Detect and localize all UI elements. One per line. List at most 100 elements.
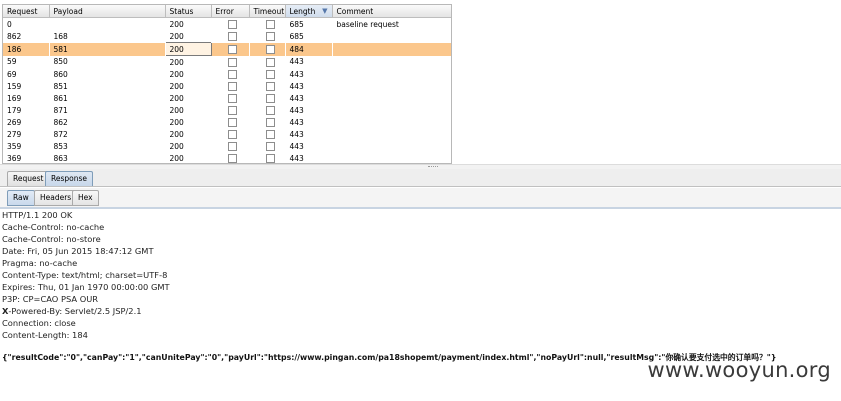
table-row[interactable]: 862 168 200 685 — [3, 30, 451, 43]
response-header-line: Date: Fri, 05 Jun 2015 18:47:12 GMT — [2, 246, 154, 256]
comment-cell — [332, 56, 451, 69]
comment-cell — [332, 116, 451, 128]
table-row[interactable]: 186 581 200 484 — [3, 42, 451, 56]
response-header-line: Content-Length: 184 — [2, 330, 88, 340]
column-header-status[interactable]: Status — [165, 5, 212, 18]
response-header-line: Cache-Control: no-store — [2, 234, 101, 244]
table-row[interactable]: 169 861 200 443 — [3, 92, 451, 104]
error-checkbox[interactable] — [227, 129, 237, 139]
payload-cell: 861 — [53, 93, 68, 103]
request-cell: 59 — [7, 57, 17, 67]
error-cell — [211, 42, 249, 56]
comment-cell — [332, 140, 451, 152]
timeout-cell — [249, 140, 285, 152]
error-checkbox[interactable] — [227, 44, 237, 54]
timeout-checkbox[interactable] — [265, 129, 275, 139]
request-cell: 269 — [7, 117, 22, 127]
response-header-line: X-Powered-By: Servlet/2.5 JSP/2.1 — [2, 306, 142, 316]
timeout-checkbox[interactable] — [265, 105, 275, 115]
tab-hex[interactable]: Hex — [72, 190, 99, 206]
error-checkbox[interactable] — [227, 141, 237, 151]
error-checkbox[interactable] — [227, 93, 237, 103]
error-checkbox[interactable] — [227, 105, 237, 115]
error-cell — [211, 140, 249, 152]
timeout-checkbox[interactable] — [265, 44, 275, 54]
timeout-checkbox[interactable] — [265, 19, 275, 29]
status-cell: 200 — [169, 153, 184, 163]
column-header-error[interactable]: Error — [211, 5, 250, 18]
error-checkbox[interactable] — [227, 19, 237, 29]
column-header-request[interactable]: Request — [3, 5, 50, 18]
timeout-cell — [249, 56, 285, 69]
error-cell — [211, 92, 249, 104]
timeout-cell — [249, 30, 285, 43]
column-header-comment[interactable]: Comment — [332, 5, 451, 18]
error-checkbox[interactable] — [227, 153, 237, 163]
timeout-cell — [249, 42, 285, 56]
status-cell: 200 — [169, 93, 184, 103]
tab-request[interactable]: Request — [7, 171, 50, 186]
timeout-checkbox[interactable] — [265, 69, 275, 79]
timeout-checkbox[interactable] — [265, 57, 275, 67]
table-row[interactable]: 59 850 200 443 — [3, 56, 451, 69]
payload-cell: 872 — [53, 129, 68, 139]
table-row[interactable]: 269 862 200 443 — [3, 116, 451, 128]
error-checkbox[interactable] — [227, 117, 237, 127]
main-tab-bar: Request Response — [0, 169, 841, 187]
payload-cell: 853 — [53, 141, 68, 151]
length-cell: 443 — [289, 93, 304, 103]
timeout-cell — [249, 116, 285, 128]
table-row[interactable]: 359 853 200 443 — [3, 140, 451, 152]
tab-headers[interactable]: Headers — [34, 190, 78, 206]
length-cell: 484 — [285, 42, 332, 56]
comment-cell — [332, 104, 451, 116]
table-row[interactable]: 179 871 200 443 — [3, 104, 451, 116]
timeout-checkbox[interactable] — [265, 32, 275, 41]
payload-cell: 168 — [53, 31, 68, 41]
column-header-length-label: Length — [289, 6, 316, 16]
response-view-tab-bar: Raw Headers Hex — [0, 188, 841, 209]
response-header-line: Connection: close — [2, 318, 76, 328]
table-row[interactable]: 159 851 200 443 — [3, 80, 451, 92]
error-checkbox[interactable] — [227, 57, 237, 67]
timeout-checkbox[interactable] — [265, 153, 275, 163]
payload-cell: 850 — [53, 57, 68, 67]
request-cell: 0 — [7, 19, 12, 29]
timeout-checkbox[interactable] — [265, 117, 275, 127]
timeout-checkbox[interactable] — [265, 141, 275, 151]
error-checkbox[interactable] — [227, 81, 237, 91]
length-cell: 443 — [289, 81, 304, 91]
timeout-checkbox[interactable] — [265, 93, 275, 103]
payload-cell: 871 — [53, 105, 68, 115]
error-checkbox[interactable] — [227, 69, 237, 79]
column-header-payload[interactable]: Payload — [49, 5, 166, 18]
request-cell: 179 — [7, 105, 22, 115]
length-cell: 443 — [289, 57, 304, 67]
table-row[interactable]: 279 872 200 443 — [3, 128, 451, 140]
status-cell: 200 — [169, 81, 184, 91]
request-cell: 69 — [7, 69, 17, 79]
response-header-line: Content-Type: text/html; charset=UTF-8 — [2, 270, 168, 280]
column-header-timeout[interactable]: Timeout — [249, 5, 286, 18]
request-cell: 169 — [7, 93, 22, 103]
status-cell: 200 — [169, 69, 184, 79]
tab-response[interactable]: Response — [45, 171, 94, 186]
timeout-cell — [249, 18, 285, 31]
table-row[interactable]: 369 863 200 443 — [3, 152, 451, 163]
error-cell — [211, 30, 249, 43]
error-checkbox[interactable] — [227, 32, 237, 41]
comment-cell — [332, 128, 451, 140]
error-cell — [211, 116, 249, 128]
response-header-line: HTTP/1.1 200 OK — [2, 210, 73, 220]
tab-raw[interactable]: Raw — [7, 190, 35, 206]
table-row[interactable]: 69 860 200 443 — [3, 68, 451, 80]
status-cell: 200 — [169, 31, 184, 41]
response-header-line: Expires: Thu, 01 Jan 1970 00:00:00 GMT — [2, 282, 170, 292]
table-row[interactable]: 0 200 685 baseline request — [3, 18, 451, 31]
column-header-length[interactable]: Length ▼ — [285, 5, 333, 18]
request-cell: 369 — [7, 153, 22, 163]
timeout-cell — [249, 92, 285, 104]
response-raw-view[interactable]: HTTP/1.1 200 OK Cache-Control: no-cache … — [2, 209, 838, 341]
timeout-checkbox[interactable] — [265, 81, 275, 91]
request-cell: 359 — [7, 141, 22, 151]
